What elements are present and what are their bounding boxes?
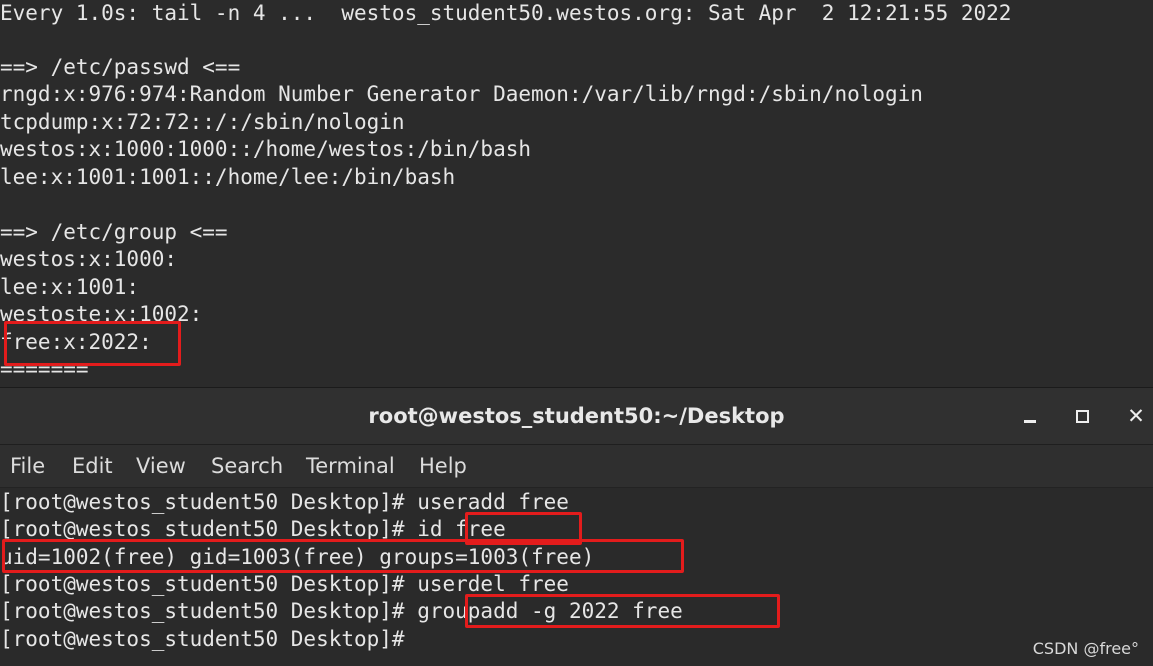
- watch-line: tcpdump:x:72:72::/:/sbin/nologin: [0, 110, 405, 134]
- watch-line: ==> /etc/passwd <==: [0, 55, 241, 79]
- close-button[interactable]: ✕: [1121, 402, 1151, 430]
- terminal-output[interactable]: [root@westos_student50 Desktop]# useradd…: [0, 488, 1153, 666]
- watch-line: lee:x:1001:1001::/home/lee:/bin/bash: [0, 165, 456, 189]
- highlight-box: [2, 539, 684, 573]
- watch-line: lee:x:1001:: [0, 275, 140, 299]
- menu-search[interactable]: Search: [211, 445, 283, 487]
- watch-line: ==> /etc/group <==: [0, 220, 228, 244]
- close-icon: ✕: [1127, 404, 1145, 428]
- menu-file[interactable]: File: [10, 445, 45, 487]
- window-title: root@westos_student50:~/Desktop: [368, 404, 785, 428]
- terminal-window[interactable]: root@westos_student50:~/Desktop ✕ File E…: [0, 387, 1153, 666]
- menu-view[interactable]: View: [136, 445, 186, 487]
- menu-terminal[interactable]: Terminal: [306, 445, 395, 487]
- highlight-box: [4, 321, 181, 366]
- highlight-box: [465, 594, 780, 628]
- menu-help[interactable]: Help: [419, 445, 467, 487]
- watch-line: westos:x:1000:: [0, 247, 178, 271]
- minimize-button[interactable]: [1015, 402, 1045, 430]
- minimize-icon: [1024, 420, 1036, 423]
- watch-header: Every 1.0s: tail -n 4 ... westos_student…: [0, 1, 1012, 25]
- menu-bar: File Edit View Search Terminal Help: [0, 445, 1153, 488]
- watch-line: rngd:x:976:974:Random Number Generator D…: [0, 82, 923, 106]
- watch-line: westos:x:1000:1000::/home/westos:/bin/ba…: [0, 137, 532, 161]
- watermark: CSDN @free°: [1032, 639, 1139, 658]
- title-bar[interactable]: root@westos_student50:~/Desktop ✕: [0, 388, 1153, 445]
- terminal-line: [root@westos_student50 Desktop]#: [0, 627, 405, 651]
- menu-edit[interactable]: Edit: [72, 445, 113, 487]
- maximize-icon: [1075, 410, 1089, 423]
- maximize-button[interactable]: [1067, 402, 1097, 430]
- watch-terminal-output: Every 1.0s: tail -n 4 ... westos_student…: [0, 0, 1153, 390]
